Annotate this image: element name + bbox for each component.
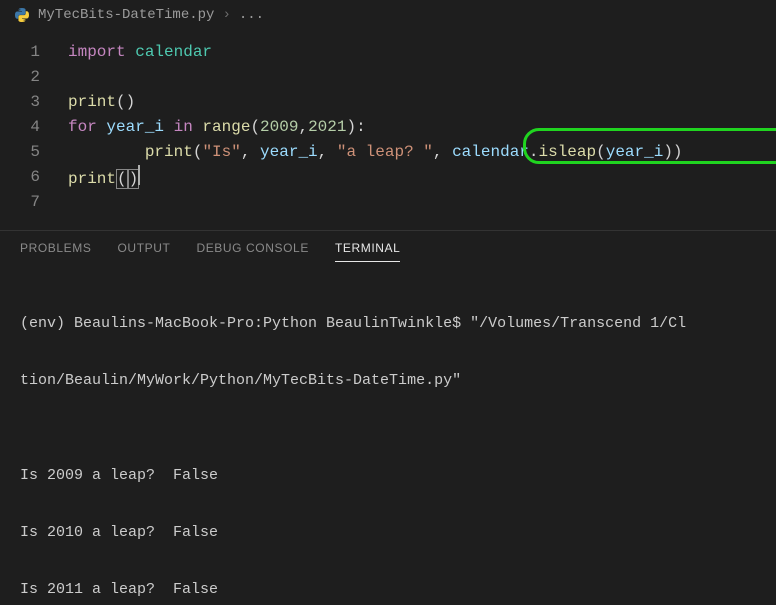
- line-number: 1: [0, 40, 40, 65]
- terminal-line: Is 2009 a leap? False: [20, 466, 756, 485]
- chevron-right-icon: ›: [222, 7, 230, 23]
- line-number: 2: [0, 65, 40, 90]
- breadcrumb-file[interactable]: MyTecBits-DateTime.py: [38, 7, 214, 23]
- code-editor[interactable]: 1 2 3 4 5 6 7 import calendar print() fo…: [0, 30, 776, 230]
- line-number: 3: [0, 90, 40, 115]
- code-line-6[interactable]: print(): [68, 165, 776, 190]
- code-line-5[interactable]: print("Is", year_i, "a leap? ", calendar…: [68, 140, 776, 165]
- code-line-1[interactable]: import calendar: [68, 40, 776, 65]
- tab-debug-console[interactable]: DEBUG CONSOLE: [196, 241, 309, 262]
- code-line-2[interactable]: [68, 65, 776, 90]
- code-line-7[interactable]: [68, 190, 776, 215]
- bracket-match-open: (: [116, 169, 128, 189]
- terminal-line: tion/Beaulin/MyWork/Python/MyTecBits-Dat…: [20, 371, 756, 390]
- bottom-panel: PROBLEMS OUTPUT DEBUG CONSOLE TERMINAL (…: [0, 230, 776, 605]
- terminal-output[interactable]: (env) Beaulins-MacBook-Pro:Python Beauli…: [0, 262, 776, 605]
- line-number: 4: [0, 115, 40, 140]
- line-number: 7: [0, 190, 40, 215]
- breadcrumb-ellipsis[interactable]: ...: [239, 7, 264, 23]
- panel-tabs: PROBLEMS OUTPUT DEBUG CONSOLE TERMINAL: [0, 231, 776, 262]
- tab-output[interactable]: OUTPUT: [118, 241, 171, 262]
- terminal-line: (env) Beaulins-MacBook-Pro:Python Beauli…: [20, 314, 756, 333]
- line-number: 6: [0, 165, 40, 190]
- text-cursor: [138, 165, 140, 185]
- line-number: 5: [0, 140, 40, 165]
- terminal-line: Is 2011 a leap? False: [20, 580, 756, 599]
- python-icon: [14, 7, 30, 23]
- code-line-3[interactable]: print(): [68, 90, 776, 115]
- code-content[interactable]: import calendar print() for year_i in ra…: [58, 40, 776, 230]
- tab-terminal[interactable]: TERMINAL: [335, 241, 400, 262]
- tab-problems[interactable]: PROBLEMS: [20, 241, 92, 262]
- breadcrumb: MyTecBits-DateTime.py › ...: [0, 0, 776, 30]
- code-line-4[interactable]: for year_i in range(2009,2021):: [68, 115, 776, 140]
- terminal-line: Is 2010 a leap? False: [20, 523, 756, 542]
- line-number-gutter: 1 2 3 4 5 6 7: [0, 40, 58, 230]
